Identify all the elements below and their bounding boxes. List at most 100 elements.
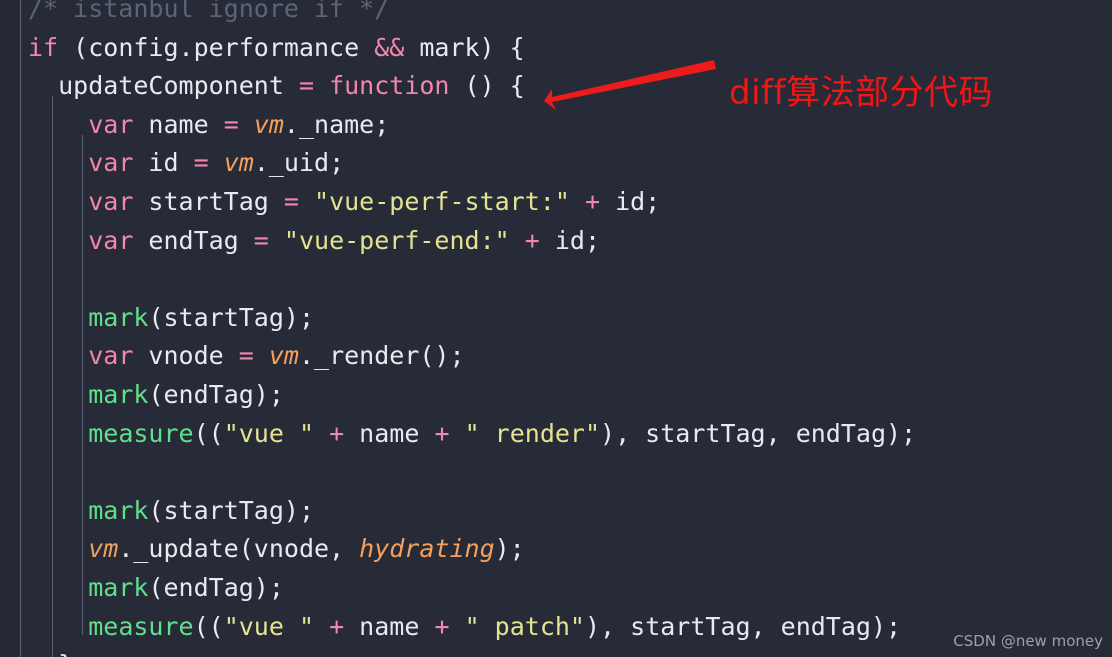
- code-token-var: vm: [253, 109, 284, 139]
- code-token-str: " patch": [464, 611, 585, 641]
- code-token-kw: function: [329, 71, 450, 101]
- code-token-op: +: [329, 418, 345, 448]
- code-line: mark(endTag);: [0, 376, 1112, 415]
- code-token-pln: [510, 226, 525, 255]
- code-token-pln: [28, 148, 88, 177]
- code-token-var: vm: [88, 534, 119, 564]
- code-token-pln: [28, 419, 88, 448]
- code-token-pln: ((: [193, 418, 224, 448]
- code-token-kw: var: [88, 341, 134, 371]
- code-token-pln: startTag: [133, 186, 284, 216]
- code-token-kw: var: [88, 225, 134, 255]
- code-line: ​: [0, 453, 1112, 492]
- code-line: ​: [0, 260, 1112, 299]
- code-token-pln: mark) {: [404, 32, 525, 62]
- code-token-pln: [28, 110, 88, 139]
- code-token-pln: vnode: [133, 341, 239, 371]
- code-token-pln: (endTag);: [148, 572, 284, 602]
- code-token-pln: [28, 534, 88, 563]
- code-token-fn: measure: [88, 418, 194, 448]
- code-token-str: "vue ": [223, 418, 314, 448]
- code-line: mark(startTag);: [0, 492, 1112, 531]
- code-token-pln: [450, 419, 465, 448]
- code-token-pln: ), startTag, endTag);: [600, 418, 917, 448]
- code-token-pln: [209, 148, 224, 177]
- code-token-kw: var: [88, 148, 134, 178]
- code-token-kw: var: [88, 186, 134, 216]
- code-token-pln: [314, 612, 329, 641]
- code-token-fn: mark: [88, 572, 149, 602]
- code-token-pln: ._render();: [298, 341, 465, 371]
- csdn-watermark: CSDN @new money: [953, 632, 1103, 650]
- code-token-pln: };: [28, 650, 88, 657]
- code-token-pln: [28, 573, 88, 602]
- code-token-pln: ._name;: [283, 109, 390, 139]
- code-token-pln: (config.performance: [58, 32, 375, 62]
- code-token-pln: [269, 226, 284, 255]
- code-line: /* istanbul ignore if */: [0, 0, 1112, 29]
- code-token-pln: (startTag);: [148, 302, 315, 332]
- code-line: var endTag = "vue-perf-end:" + id;: [0, 222, 1112, 261]
- code-token-var: vm: [268, 341, 299, 371]
- code-line: var vnode = vm._render();: [0, 337, 1112, 376]
- code-token-op: +: [434, 418, 450, 448]
- code-token-op: +: [584, 186, 601, 216]
- code-token-pln: ), startTag, endTag);: [584, 611, 902, 641]
- code-token-str: " render": [464, 418, 601, 448]
- code-token-kw: if: [28, 32, 59, 62]
- code-line: mark(endTag);: [0, 569, 1112, 608]
- code-token-str: "vue-perf-start:": [314, 186, 570, 216]
- code-token-pln: [314, 419, 329, 448]
- code-token-op: =: [283, 186, 299, 216]
- code-token-pln: [239, 110, 254, 139]
- code-token-cmt: /* istanbul ignore if */: [28, 0, 390, 23]
- code-token-fn: mark: [88, 495, 149, 525]
- code-token-pln: [450, 612, 465, 641]
- annotation-label: diff算法部分代码: [729, 73, 993, 113]
- code-token-pln: id;: [539, 225, 601, 255]
- code-token-pln: [28, 187, 88, 216]
- code-token-var: vm: [223, 148, 254, 178]
- code-token-pln: [28, 341, 88, 370]
- code-token-pln: endTag: [133, 225, 254, 255]
- code-token-pln: () {: [449, 71, 525, 101]
- code-token-pln: [254, 341, 269, 370]
- code-token-pln: (startTag);: [148, 495, 315, 525]
- code-token-op: =: [253, 225, 269, 255]
- code-token-pln: ._update(vnode,: [118, 534, 360, 564]
- code-token-op: =: [193, 148, 209, 178]
- code-line: var id = vm._uid;: [0, 144, 1112, 183]
- code-token-str: "vue ": [223, 611, 314, 641]
- code-token-pln: [28, 303, 88, 332]
- code-token-fn: mark: [88, 379, 149, 409]
- code-token-fn: mark: [88, 302, 149, 332]
- code-line: measure(("vue " + name + " render"), sta…: [0, 415, 1112, 454]
- code-token-fn: measure: [88, 611, 194, 641]
- code-token-pln: [28, 496, 88, 525]
- code-token-pln: (endTag);: [148, 379, 284, 409]
- code-token-pln: name: [344, 611, 435, 641]
- code-token-op: +: [434, 611, 450, 641]
- code-token-op: =: [298, 71, 314, 101]
- code-token-pln: name: [344, 418, 435, 448]
- code-line: measure(("vue " + name + " patch"), star…: [0, 608, 1112, 647]
- code-token-pln: id;: [600, 186, 661, 216]
- code-line: var startTag = "vue-perf-start:" + id;: [0, 183, 1112, 222]
- code-token-pln: [314, 71, 329, 100]
- code-token-str: "vue-perf-end:": [283, 225, 510, 255]
- code-token-op: =: [223, 109, 239, 139]
- code-line: if (config.performance && mark) {: [0, 29, 1112, 68]
- code-token-pln: [570, 187, 585, 216]
- code-token-op: =: [238, 341, 254, 371]
- code-token-op: +: [329, 611, 345, 641]
- code-token-op: &&: [374, 32, 405, 62]
- code-token-op: +: [524, 225, 540, 255]
- code-token-pln: updateComponent: [28, 71, 299, 101]
- code-token-pln: [28, 380, 88, 409]
- code-token-pln: [28, 226, 88, 255]
- code-line: mark(startTag);: [0, 299, 1112, 338]
- code-token-pln: ((: [193, 611, 224, 641]
- code-token-pln: ._uid;: [253, 148, 345, 178]
- code-token-pln: id: [133, 148, 194, 178]
- code-token-pln: name: [133, 109, 224, 139]
